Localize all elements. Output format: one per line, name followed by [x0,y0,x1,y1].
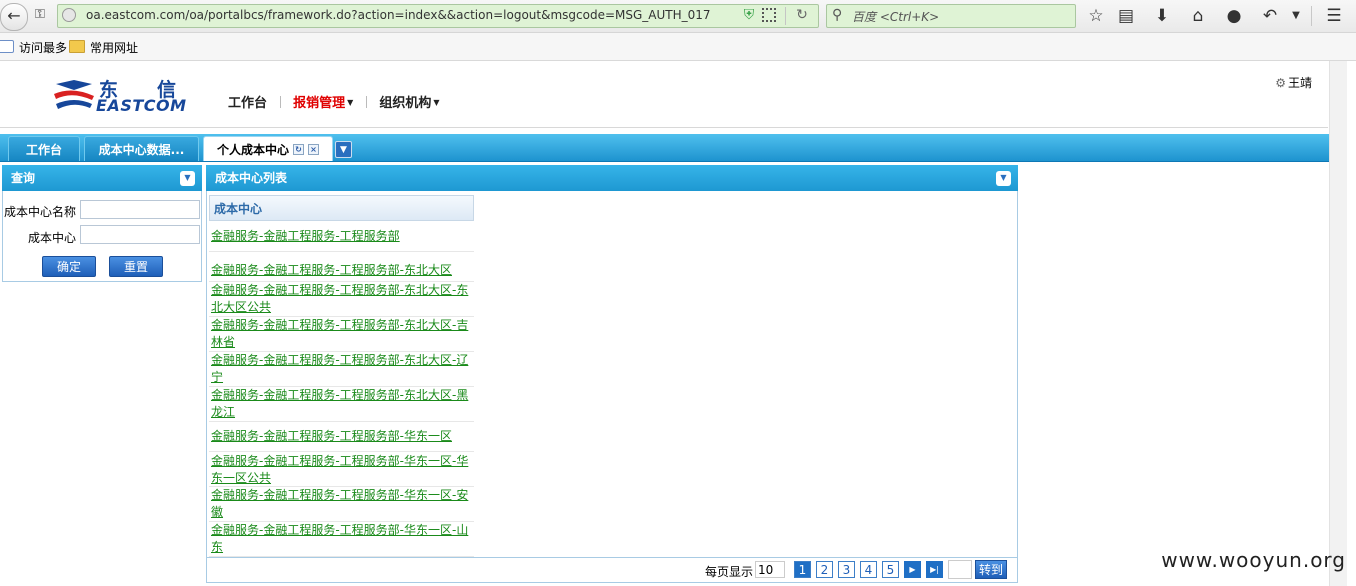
reading-list-icon[interactable]: ▤ [1116,6,1136,26]
page-size-input[interactable]: 10 [755,561,785,578]
page-button[interactable]: 4 [860,561,877,578]
toolbar-separator [1311,6,1312,26]
search-icon: ⚲ [832,7,843,23]
search-bar[interactable]: ⚲ 百度 <Ctrl+K> [826,4,1076,28]
page-button[interactable]: 5 [882,561,899,578]
page-button[interactable]: 1 [794,561,811,578]
confirm-button[interactable]: 确定 [42,256,96,277]
folder-icon [69,40,85,53]
user-name: 王靖 [1287,76,1312,90]
browser-toolbar: ← ⚿ oa.eastcom.com/oa/portalbcs/framewor… [0,0,1356,33]
nav-organization[interactable]: 组织机构 ▼ [379,92,439,111]
tab-bar: 工作台 成本中心数据... 个人成本中心 ↻ × ▼ [0,134,1330,162]
chevron-down-icon[interactable]: ▼ [1286,6,1306,26]
menu-icon[interactable]: ☰ [1324,6,1344,26]
table-row: 金融服务-金融工程服务-工程服务部-华东一区-华东一区公共 [209,452,474,487]
caret-down-icon: ▼ [347,98,354,107]
goto-page-input[interactable] [948,560,972,579]
cost-center-link[interactable]: 金融服务-金融工程服务-工程服务部-华东一区-华东一区公共 [209,453,474,487]
table-row: 金融服务-金融工程服务-工程服务部-东北大区-吉林省 [209,317,474,352]
table-row: 金融服务-金融工程服务-工程服务部-华东一区-安徽 [209,487,474,522]
tab-more-chevron-icon[interactable]: ▼ [335,141,352,158]
page-icon [0,40,14,53]
caret-down-icon: ▼ [433,98,440,107]
nav-separator [365,96,367,108]
bookmark-most-visited[interactable]: 访问最多 [0,39,67,56]
globe-icon [62,8,76,22]
cost-center-link[interactable]: 金融服务-金融工程服务-工程服务部-东北大区 [209,262,474,279]
app-header: 东 信 EASTCOM 工作台 报销管理 ▼ 组织机构 ▼ ⚙ 王靖 [0,61,1328,128]
tab-personal-cost-center[interactable]: 个人成本中心 ↻ × [203,136,333,161]
collapse-chevron-icon[interactable]: ▼ [180,171,195,186]
nav-separator [279,96,281,108]
page-scrollbar[interactable] [1329,61,1347,586]
bookmark-common-sites[interactable]: 常用网址 [69,39,138,56]
key-icon[interactable]: ⚿ [30,7,50,25]
nav-reimbursement[interactable]: 报销管理 ▼ [293,92,353,111]
download-icon[interactable]: ⬇ [1152,6,1172,26]
table-row: 金融服务-金融工程服务-工程服务部-东北大区-辽宁 [209,352,474,387]
refresh-icon[interactable]: ↻ [794,6,810,24]
search-input[interactable]: 百度 <Ctrl+K> [852,8,939,25]
page-button[interactable]: 2 [816,561,833,578]
nav-workbench[interactable]: 工作台 [228,92,267,111]
close-tab-icon[interactable]: × [308,144,319,155]
eastcom-logo: 东 信 EASTCOM [52,75,186,117]
table-row: 金融服务-金融工程服务-工程服务部 [209,221,474,252]
cost-center-name-label: 成本中心名称 [3,205,76,219]
cost-center-link[interactable]: 金融服务-金融工程服务-工程服务部-华东一区 [209,428,474,445]
watermark: www.wooyun.org [1161,548,1346,572]
pager: 每页显示 10 1 2 3 4 5 ▶ ▶| 转到 [207,557,1017,582]
page-button[interactable]: 3 [838,561,855,578]
gear-icon: ⚙ [1275,76,1286,90]
url-bar[interactable]: oa.eastcom.com/oa/portalbcs/framework.do… [57,4,819,28]
chat-icon[interactable]: ● [1224,6,1244,26]
next-page-icon[interactable]: ▶ [904,561,921,578]
cost-center-link[interactable]: 金融服务-金融工程服务-工程服务部-东北大区-黑龙江 [209,387,474,421]
url-text[interactable]: oa.eastcom.com/oa/portalbcs/framework.do… [86,8,711,22]
top-nav: 工作台 报销管理 ▼ 组织机构 ▼ [228,92,439,111]
query-panel-title: 查询 [11,171,36,185]
cost-center-link[interactable]: 金融服务-金融工程服务-工程服务部-华东一区-安徽 [209,487,474,521]
cost-center-grid: 成本中心 金融服务-金融工程服务-工程服务部 金融服务-金融工程服务-工程服务部… [209,195,474,557]
column-header-cost-center[interactable]: 成本中心 [209,195,474,221]
tab-workbench[interactable]: 工作台 [8,136,80,161]
list-panel-header: 成本中心列表 ▼ [206,165,1018,191]
table-row: 金融服务-金融工程服务-工程服务部-东北大区-东北大区公共 [209,282,474,317]
logo-mark-icon [54,80,94,109]
qr-code-icon[interactable] [762,8,776,22]
table-row: 金融服务-金融工程服务-工程服务部-东北大区 [209,252,474,282]
per-page-label: 每页显示 [705,565,754,579]
home-icon[interactable]: ⌂ [1188,6,1208,26]
logo-text-en: EASTCOM [96,96,187,115]
last-page-icon[interactable]: ▶| [926,561,943,578]
user-menu[interactable]: ⚙ 王靖 [1275,74,1312,91]
query-panel-header: 查询 ▼ [2,165,202,191]
url-separator [785,7,786,25]
table-row: 金融服务-金融工程服务-工程服务部-华东一区-山东 [209,522,474,557]
cost-center-link[interactable]: 金融服务-金融工程服务-工程服务部-东北大区-辽宁 [209,352,474,386]
list-panel: 成本中心 金融服务-金融工程服务-工程服务部 金融服务-金融工程服务-工程服务部… [206,191,1018,583]
back-arrow-icon[interactable]: ← [0,3,28,31]
cost-center-name-input[interactable] [80,200,200,219]
goto-button[interactable]: 转到 [975,560,1007,579]
bookmarks-bar: 访问最多 常用网址 [0,33,1356,61]
cost-center-label: 成本中心 [27,231,76,245]
undo-icon[interactable]: ↶ [1260,6,1280,26]
table-row: 金融服务-金融工程服务-工程服务部-华东一区 [209,422,474,452]
reset-button[interactable]: 重置 [109,256,163,277]
shield-icon[interactable]: ⛨ [741,7,757,23]
collapse-chevron-icon[interactable]: ▼ [996,171,1011,186]
cost-center-link[interactable]: 金融服务-金融工程服务-工程服务部 [209,228,474,245]
star-icon[interactable]: ☆ [1086,6,1106,26]
refresh-tab-icon[interactable]: ↻ [293,144,304,155]
table-row: 金融服务-金融工程服务-工程服务部-东北大区-黑龙江 [209,387,474,422]
list-panel-title: 成本中心列表 [215,171,288,185]
cost-center-link[interactable]: 金融服务-金融工程服务-工程服务部-东北大区-东北大区公共 [209,282,474,316]
cost-center-link[interactable]: 金融服务-金融工程服务-工程服务部-东北大区-吉林省 [209,317,474,351]
cost-center-input[interactable] [80,225,200,244]
tab-cost-center-data[interactable]: 成本中心数据... [84,136,199,161]
cost-center-link[interactable]: 金融服务-金融工程服务-工程服务部-华东一区-山东 [209,522,474,556]
query-panel: 成本中心名称 成本中心 确定 重置 [2,191,202,282]
